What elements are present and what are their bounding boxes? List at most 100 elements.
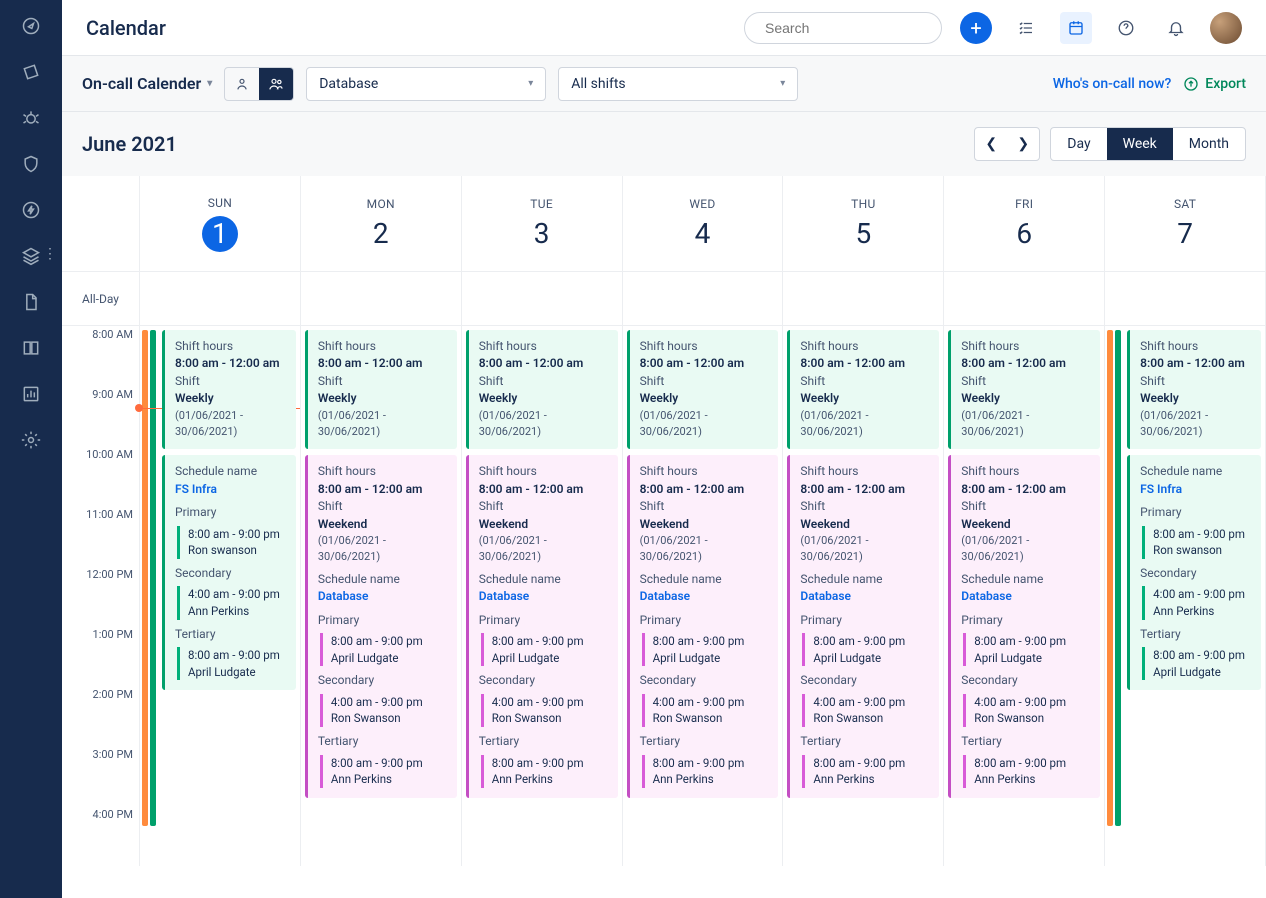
nav-bolt-icon[interactable]	[19, 198, 43, 222]
day-header[interactable]: TUE 3	[462, 176, 623, 272]
person-name: April Ludgate	[492, 650, 610, 667]
day-header[interactable]: SUN 1	[140, 176, 301, 272]
person-block: 8:00 am - 9:00 pm Ann Perkins	[963, 755, 1092, 788]
help-icon[interactable]	[1110, 12, 1142, 44]
label-shift-hours: Shift hours	[640, 338, 771, 355]
label-schedule: Schedule name	[640, 571, 771, 588]
nav-doc-icon[interactable]	[19, 290, 43, 314]
label-shift-hours: Shift hours	[1140, 338, 1253, 355]
schedule-link[interactable]: Database	[318, 588, 449, 605]
label-secondary: Secondary	[318, 672, 449, 689]
prev-week-button[interactable]: ❮	[975, 128, 1007, 160]
nav-settings-icon[interactable]	[19, 428, 43, 452]
shift-card-weekly[interactable]: Shift hours 8:00 am - 12:00 am Shift Wee…	[1127, 330, 1261, 449]
label-shift: Shift	[800, 498, 931, 515]
allday-cell[interactable]	[1105, 272, 1265, 326]
shift-card-database[interactable]: Shift hours 8:00 am - 12:00 am Shift Wee…	[787, 455, 939, 797]
allday-cell[interactable]	[301, 272, 461, 326]
nav-rail	[0, 0, 62, 898]
allday-cell[interactable]	[140, 272, 300, 326]
schedule-link[interactable]: Database	[479, 588, 610, 605]
shift-card-database[interactable]: Shift hours 8:00 am - 12:00 am Shift Wee…	[627, 455, 779, 797]
day-header[interactable]: THU 5	[783, 176, 944, 272]
shift-card-weekly[interactable]: Shift hours 8:00 am - 12:00 am Shift Wee…	[627, 330, 779, 449]
search-field[interactable]	[765, 20, 946, 36]
allday-cell[interactable]	[623, 272, 783, 326]
label-shift: Shift	[640, 373, 771, 390]
shift-card-infra[interactable]: Schedule name FS Infra Primary 8:00 am -…	[1127, 455, 1261, 690]
calendar-picker[interactable]: On-call Calender ▾	[82, 74, 212, 93]
shift-select[interactable]: All shifts ▾	[558, 67, 798, 101]
shift-card-database[interactable]: Shift hours 8:00 am - 12:00 am Shift Wee…	[948, 455, 1100, 797]
label-shift: Shift	[479, 373, 610, 390]
day-column[interactable]: Shift hours 8:00 am - 12:00 am Shift Wee…	[1105, 326, 1266, 866]
avatar[interactable]	[1210, 12, 1242, 44]
person-block: 8:00 am - 9:00 pm April Ludgate	[802, 633, 931, 666]
bell-icon[interactable]	[1160, 12, 1192, 44]
shift-card-weekly[interactable]: Shift hours 8:00 am - 12:00 am Shift Wee…	[305, 330, 457, 449]
value-shift-name: Weekly	[175, 390, 288, 407]
event-sliver[interactable]	[1107, 330, 1113, 826]
calendar-icon[interactable]	[1060, 12, 1092, 44]
day-header[interactable]: SAT 7	[1105, 176, 1266, 272]
value-shift-hours: 8:00 am - 12:00 am	[800, 481, 931, 498]
nav-compass-icon[interactable]	[19, 14, 43, 38]
main-area: Calendar + On-call Calender ▾ Database ▾…	[62, 0, 1266, 898]
schedule-link[interactable]: FS Infra	[175, 481, 288, 498]
day-column[interactable]: Shift hours 8:00 am - 12:00 am Shift Wee…	[783, 326, 944, 866]
nav-reports-icon[interactable]	[19, 382, 43, 406]
shift-card-weekly[interactable]: Shift hours 8:00 am - 12:00 am Shift Wee…	[787, 330, 939, 449]
tasks-icon[interactable]	[1010, 12, 1042, 44]
team-select[interactable]: Database ▾	[306, 67, 546, 101]
time-tick: 3:00 PM	[62, 746, 139, 806]
day-number: 5	[855, 217, 871, 250]
event-sliver[interactable]	[1115, 330, 1121, 826]
nav-layers-icon[interactable]	[19, 244, 43, 268]
nav-shield-icon[interactable]	[19, 152, 43, 176]
next-week-button[interactable]: ❯	[1007, 128, 1039, 160]
shift-card-database[interactable]: Shift hours 8:00 am - 12:00 am Shift Wee…	[305, 455, 457, 797]
day-column[interactable]: Shift hours 8:00 am - 12:00 am Shift Wee…	[944, 326, 1105, 866]
event-sliver[interactable]	[150, 330, 156, 826]
export-button[interactable]: Export	[1183, 76, 1246, 92]
shift-card-weekly[interactable]: Shift hours 8:00 am - 12:00 am Shift Wee…	[466, 330, 618, 449]
nav-book-icon[interactable]	[19, 336, 43, 360]
allday-cell[interactable]	[462, 272, 622, 326]
day-column[interactable]: Shift hours 8:00 am - 12:00 am Shift Wee…	[140, 326, 301, 866]
person-block: 4:00 am - 9:00 pm Ron Swanson	[642, 694, 771, 727]
person-time: 4:00 am - 9:00 pm	[974, 694, 1092, 711]
single-person-toggle[interactable]	[225, 68, 259, 100]
event-sliver[interactable]	[142, 330, 148, 826]
search-input[interactable]	[744, 12, 942, 44]
schedule-link[interactable]: FS Infra	[1140, 481, 1253, 498]
nav-bug-icon[interactable]	[19, 106, 43, 130]
schedule-link[interactable]: Database	[800, 588, 931, 605]
person-name: Ann Perkins	[492, 771, 610, 788]
day-header[interactable]: MON 2	[301, 176, 462, 272]
shift-card-weekly[interactable]: Shift hours 8:00 am - 12:00 am Shift Wee…	[948, 330, 1100, 449]
allday-cell[interactable]	[944, 272, 1104, 326]
allday-cell[interactable]	[783, 272, 943, 326]
multi-person-toggle[interactable]	[259, 68, 293, 100]
calendar-scroll[interactable]: SUN 1 MON 2 TUE 3 WED 4 THU 5 FRI 6 SAT …	[62, 176, 1266, 898]
shift-card-weekly[interactable]: Shift hours 8:00 am - 12:00 am Shift Wee…	[162, 330, 296, 449]
range-week[interactable]: Week	[1107, 128, 1173, 160]
oncall-now-link[interactable]: Who's on-call now?	[1053, 76, 1172, 92]
range-day[interactable]: Day	[1051, 128, 1106, 160]
day-header[interactable]: WED 4	[623, 176, 784, 272]
calendar-picker-label: On-call Calender	[82, 74, 201, 93]
day-column[interactable]: Shift hours 8:00 am - 12:00 am Shift Wee…	[623, 326, 784, 866]
range-month[interactable]: Month	[1173, 128, 1245, 160]
shift-card-database[interactable]: Shift hours 8:00 am - 12:00 am Shift Wee…	[466, 455, 618, 797]
day-header[interactable]: FRI 6	[944, 176, 1105, 272]
label-secondary: Secondary	[1140, 565, 1253, 582]
day-column[interactable]: Shift hours 8:00 am - 12:00 am Shift Wee…	[301, 326, 462, 866]
shift-card-infra[interactable]: Schedule name FS Infra Primary 8:00 am -…	[162, 455, 296, 690]
value-shift-name: Weekly	[318, 390, 449, 407]
day-column[interactable]: Shift hours 8:00 am - 12:00 am Shift Wee…	[462, 326, 623, 866]
person-time: 8:00 am - 9:00 pm	[331, 633, 449, 650]
schedule-link[interactable]: Database	[640, 588, 771, 605]
new-button[interactable]: +	[960, 12, 992, 44]
nav-ticket-icon[interactable]	[19, 60, 43, 84]
schedule-link[interactable]: Database	[961, 588, 1092, 605]
